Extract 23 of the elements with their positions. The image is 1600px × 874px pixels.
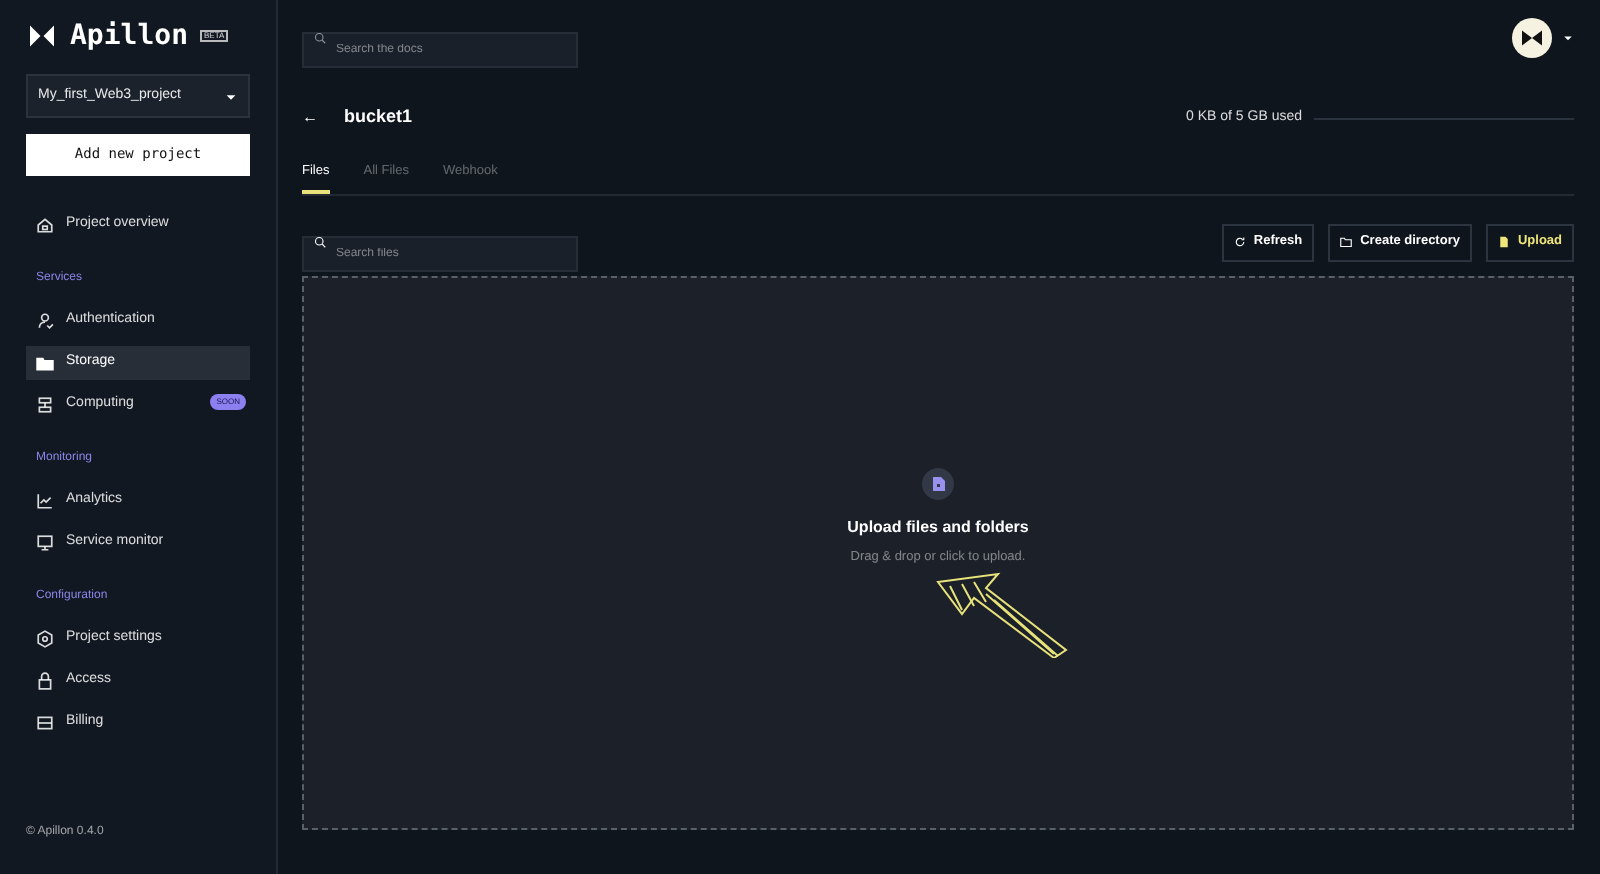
dropzone-title: Upload files and folders xyxy=(847,515,1029,540)
chart-icon xyxy=(36,492,54,510)
user-icon xyxy=(36,312,54,330)
server-icon xyxy=(36,396,54,414)
bucket-title: bucket1 xyxy=(344,104,413,131)
gear-icon xyxy=(36,630,54,648)
home-icon xyxy=(36,216,54,234)
search-icon xyxy=(314,32,326,44)
avatar-icon xyxy=(1512,18,1552,58)
folder-icon xyxy=(36,354,54,372)
refresh-icon xyxy=(1233,236,1246,249)
file-icon xyxy=(1497,236,1510,249)
lock-icon xyxy=(36,672,54,690)
monitor-icon xyxy=(36,534,54,552)
back-button[interactable]: ← xyxy=(302,106,344,130)
caret-icon xyxy=(224,89,238,103)
card-icon xyxy=(36,714,54,732)
logo-text: Apillon xyxy=(70,22,189,50)
search-icon xyxy=(314,236,326,249)
upload-icon xyxy=(922,467,954,500)
caret-icon xyxy=(1562,32,1574,44)
folder-icon xyxy=(1340,236,1353,249)
logo-icon xyxy=(26,24,58,48)
